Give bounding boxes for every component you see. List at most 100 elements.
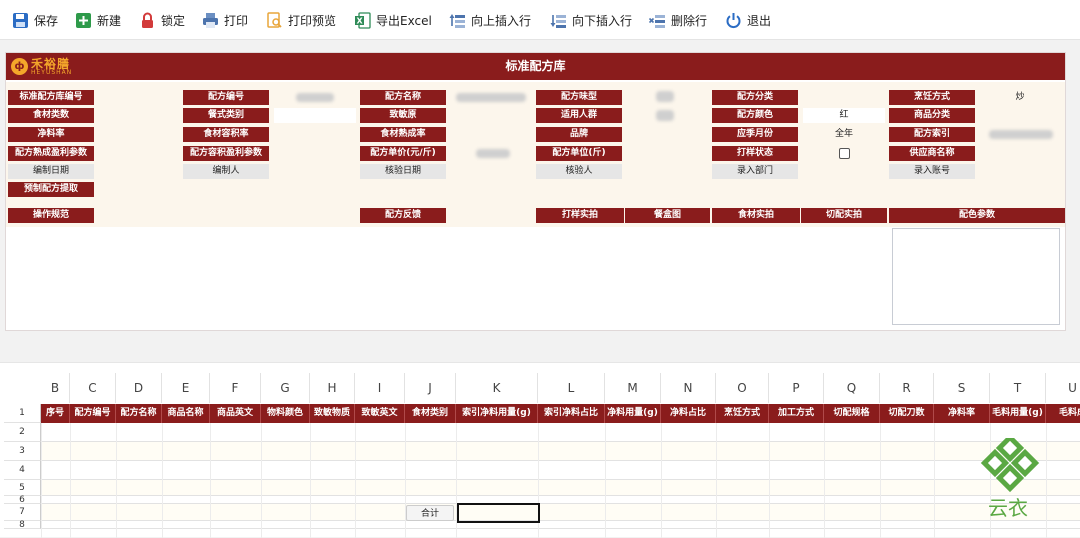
cooking-value[interactable]: 炒 bbox=[979, 90, 1061, 105]
column-header-i[interactable]: I bbox=[355, 373, 405, 403]
grid-line bbox=[769, 423, 770, 538]
column-header-u[interactable]: U bbox=[1046, 373, 1080, 403]
header-cell[interactable]: 配方编号 bbox=[70, 404, 116, 423]
row-header-3[interactable]: 3 bbox=[4, 442, 41, 461]
plus-icon bbox=[75, 12, 92, 29]
column-header-c[interactable]: C bbox=[70, 373, 116, 403]
label-recipe-name: 配方名称 bbox=[360, 90, 446, 105]
header-cell[interactable]: 切配刀数 bbox=[880, 404, 934, 423]
table-row[interactable] bbox=[41, 480, 1080, 496]
column-header-l[interactable]: L bbox=[538, 373, 605, 403]
selected-cell[interactable] bbox=[457, 503, 540, 523]
header-cell[interactable]: 商品英文 bbox=[210, 404, 261, 423]
column-header-b[interactable]: B bbox=[41, 373, 70, 403]
new-button[interactable]: 新建 bbox=[75, 9, 121, 31]
color-value[interactable]: 红 bbox=[803, 108, 885, 123]
watermark-text: 云衣 bbox=[988, 496, 1028, 520]
label-cut-photo: 切配实拍 bbox=[801, 208, 887, 223]
column-header-t[interactable]: T bbox=[990, 373, 1046, 403]
header-cell[interactable]: 食材类别 bbox=[405, 404, 456, 423]
row-header-2[interactable]: 2 bbox=[4, 423, 41, 442]
column-header-g[interactable]: G bbox=[261, 373, 310, 403]
new-label: 新建 bbox=[97, 13, 122, 28]
header-cell[interactable]: 物料颜色 bbox=[261, 404, 310, 423]
label-food-cook-rate: 食材熟成率 bbox=[360, 127, 446, 142]
insert-row-below-button[interactable]: 向下插入行 bbox=[550, 9, 632, 31]
print-button[interactable]: 打印 bbox=[202, 9, 248, 31]
grid-line bbox=[880, 423, 881, 538]
column-header-f[interactable]: F bbox=[210, 373, 261, 403]
export-excel-button[interactable]: X 导出Excel bbox=[354, 9, 432, 31]
header-cell[interactable]: 索引净料用量(g) bbox=[456, 404, 538, 423]
recipe-form-panel: ф 禾裕膳 HEYUSHAN 标准配方库 标准配方库编号 配方编号 配方名称 配… bbox=[5, 52, 1066, 331]
page-title: 标准配方库 bbox=[505, 59, 566, 73]
exit-button[interactable]: 退出 bbox=[725, 9, 771, 31]
table-row[interactable] bbox=[41, 496, 1080, 504]
row-header-8[interactable]: 8 bbox=[4, 521, 41, 530]
label-cooking: 烹饪方式 bbox=[889, 90, 975, 105]
label-net-rate: 净料率 bbox=[8, 127, 94, 142]
prefab-extract-button[interactable]: 预制配方提取 bbox=[8, 182, 94, 197]
grid-line bbox=[405, 423, 406, 538]
save-label: 保存 bbox=[34, 13, 59, 28]
lock-button[interactable]: 锁定 bbox=[139, 9, 185, 31]
label-season: 应季月份 bbox=[712, 127, 798, 142]
column-header-k[interactable]: K bbox=[456, 373, 538, 403]
label-allergen: 致敏原 bbox=[360, 108, 446, 123]
grid-line bbox=[310, 423, 311, 538]
header-cell[interactable]: 致敏物质 bbox=[310, 404, 355, 423]
header-cell[interactable]: 索引净料占比 bbox=[538, 404, 605, 423]
label-editor: 编制人 bbox=[183, 164, 269, 179]
header-cell[interactable]: 加工方式 bbox=[769, 404, 824, 423]
row-header-1[interactable]: 1 bbox=[4, 404, 41, 423]
header-cell[interactable]: 净料用量(g) bbox=[605, 404, 661, 423]
recipe-name-value bbox=[456, 93, 526, 102]
row-header-4[interactable]: 4 bbox=[4, 461, 41, 480]
header-cell[interactable]: 切配规格 bbox=[824, 404, 880, 423]
row-header-7[interactable]: 7 bbox=[4, 504, 41, 521]
color-params-textarea[interactable] bbox=[892, 228, 1060, 325]
season-value[interactable]: 全年 bbox=[803, 127, 885, 142]
print-preview-button[interactable]: 打印预览 bbox=[266, 9, 336, 31]
column-header-h[interactable]: H bbox=[310, 373, 355, 403]
sample-status-checkbox[interactable] bbox=[839, 148, 850, 159]
delete-row-button[interactable]: 删除行 bbox=[648, 9, 707, 31]
column-header-e[interactable]: E bbox=[162, 373, 210, 403]
column-header-d[interactable]: D bbox=[116, 373, 162, 403]
grid-line bbox=[1046, 423, 1047, 538]
column-header-q[interactable]: Q bbox=[824, 373, 880, 403]
label-color-params: 配色参数 bbox=[889, 208, 1065, 223]
header-cell[interactable]: 毛料成 bbox=[1046, 404, 1080, 423]
header-cell[interactable]: 净料占比 bbox=[661, 404, 716, 423]
dish-type-field[interactable] bbox=[274, 108, 356, 123]
column-header-p[interactable]: P bbox=[769, 373, 824, 403]
label-feedback: 配方反馈 bbox=[360, 208, 446, 223]
label-recipe-code: 配方编号 bbox=[183, 90, 269, 105]
header-cell[interactable]: 配方名称 bbox=[116, 404, 162, 423]
row-header-6[interactable]: 6 bbox=[4, 496, 41, 505]
insert-row-above-button[interactable]: 向上插入行 bbox=[449, 9, 531, 31]
column-header-n[interactable]: N bbox=[661, 373, 716, 403]
column-header-s[interactable]: S bbox=[934, 373, 990, 403]
table-row[interactable] bbox=[41, 504, 1080, 521]
header-cell[interactable]: 致敏英文 bbox=[355, 404, 405, 423]
column-header-j[interactable]: J bbox=[405, 373, 456, 403]
header-cell[interactable]: 净料率 bbox=[934, 404, 990, 423]
sum-button[interactable]: 合计 bbox=[406, 505, 454, 521]
column-header-o[interactable]: O bbox=[716, 373, 769, 403]
label-food-volume-rate: 食材容积率 bbox=[183, 127, 269, 142]
header-cell[interactable]: 毛料用量(g) bbox=[990, 404, 1046, 423]
row-header-5[interactable]: 5 bbox=[4, 480, 41, 496]
table-row[interactable] bbox=[41, 423, 1080, 442]
column-header-r[interactable]: R bbox=[880, 373, 934, 403]
table-row[interactable] bbox=[41, 442, 1080, 461]
header-cell[interactable]: 烹饪方式 bbox=[716, 404, 769, 423]
header-cell[interactable]: 序号 bbox=[41, 404, 70, 423]
column-header-m[interactable]: M bbox=[605, 373, 661, 403]
export-excel-label: 导出Excel bbox=[376, 13, 432, 28]
save-button[interactable]: 保存 bbox=[12, 9, 58, 31]
table-row[interactable] bbox=[41, 521, 1080, 529]
header-cell[interactable]: 商品名称 bbox=[162, 404, 210, 423]
label-food-photo: 食材实拍 bbox=[712, 208, 800, 223]
table-row[interactable] bbox=[41, 461, 1080, 480]
